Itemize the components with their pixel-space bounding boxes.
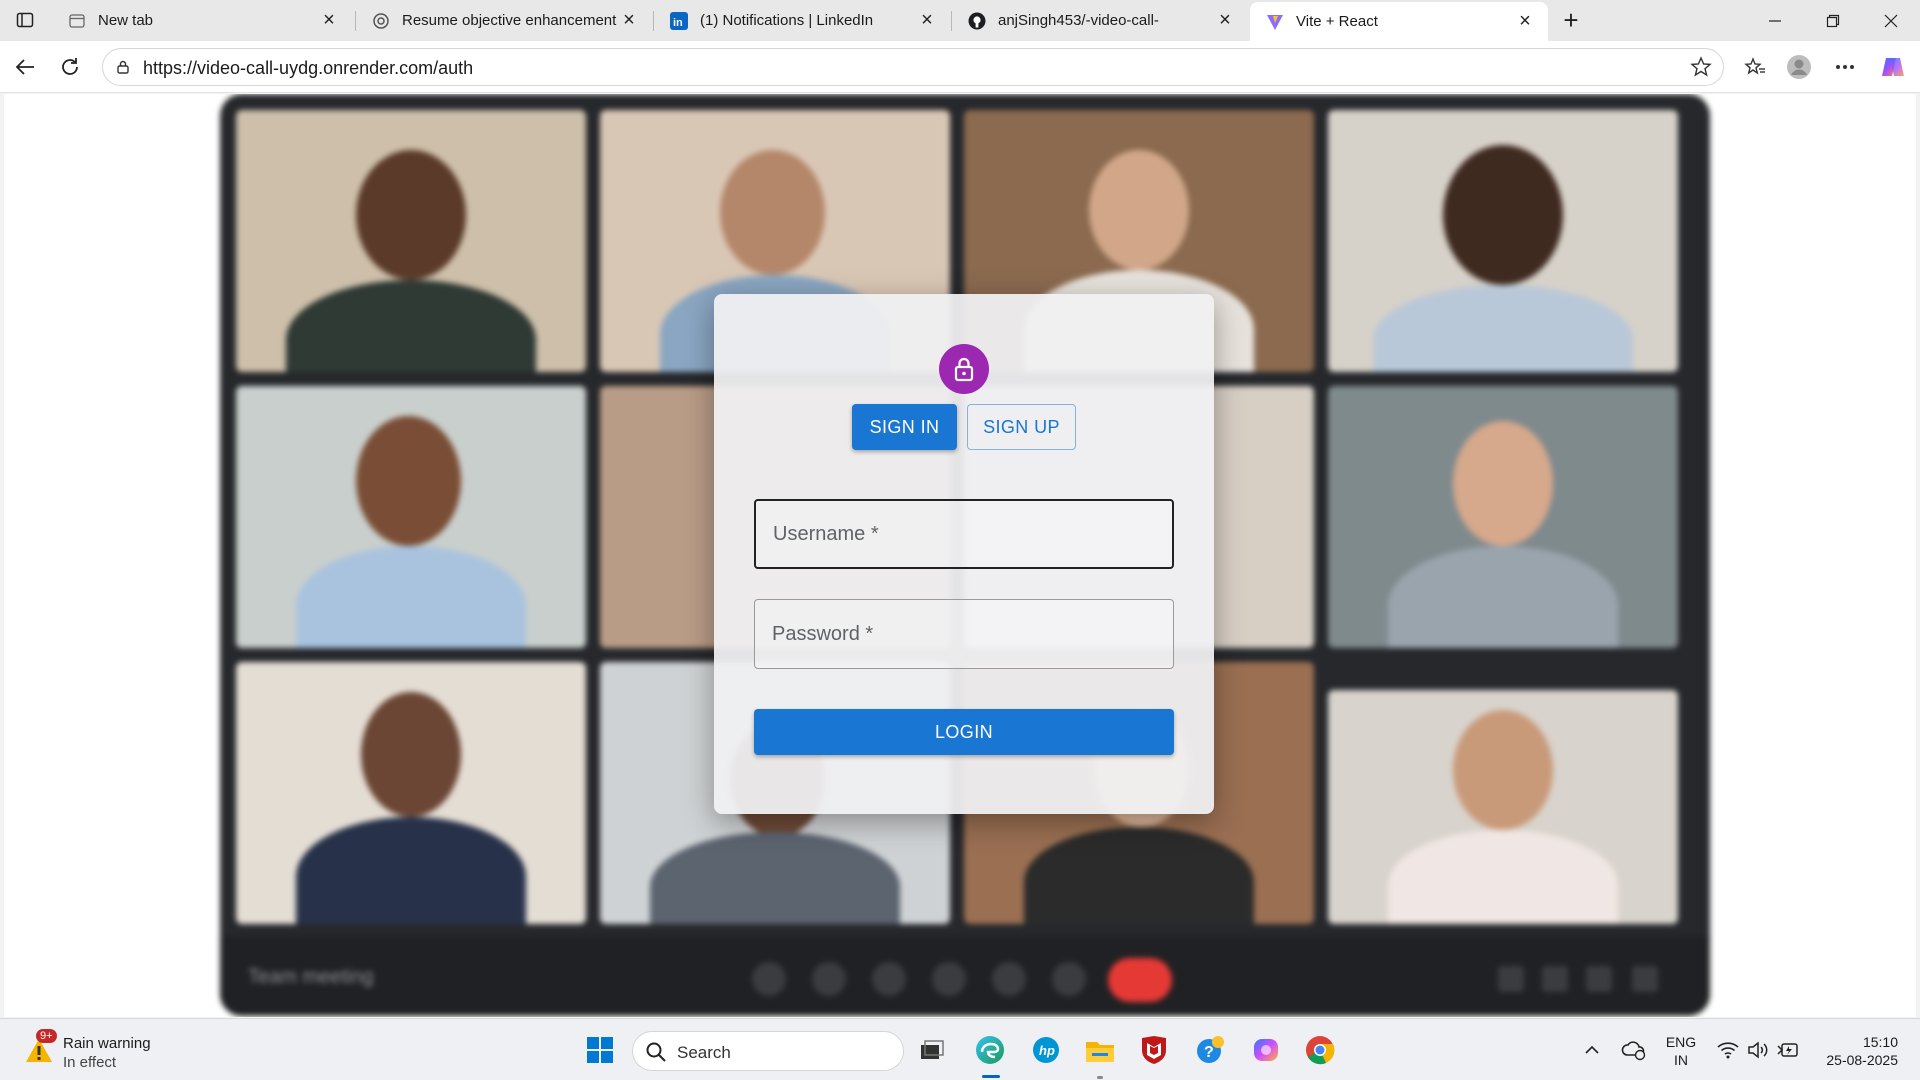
call-control-icon xyxy=(752,962,786,996)
site-info-lock-icon[interactable] xyxy=(113,57,133,77)
show-hidden-icons-chevron-icon[interactable] xyxy=(1574,1032,1610,1068)
weather-badge: 9+ xyxy=(36,1029,57,1043)
call-controls-bar: Team meeting xyxy=(220,936,1710,1016)
more-options-icon[interactable] xyxy=(1828,50,1862,84)
call-control-icon xyxy=(1632,966,1658,992)
clock-date: 25-08-2025 xyxy=(1826,1052,1898,1068)
participant-tile xyxy=(236,110,586,372)
participant-tile xyxy=(236,662,586,924)
tab-new-tab[interactable]: New tab × xyxy=(52,0,352,41)
openai-icon xyxy=(372,12,390,30)
tab-title: (1) Notifications | LinkedIn xyxy=(700,12,874,29)
linkedin-icon: in xyxy=(670,11,688,30)
call-control-icon xyxy=(1052,962,1086,996)
participant-tile xyxy=(1328,690,1678,924)
back-arrow-icon[interactable] xyxy=(8,50,42,84)
running-app-indicator xyxy=(1097,1076,1103,1079)
url-text: https://video-call-uydg.onrender.com/aut… xyxy=(143,58,474,78)
call-control-icon xyxy=(1586,966,1612,992)
lock-icon xyxy=(939,344,989,394)
edge-browser-icon[interactable] xyxy=(972,1032,1008,1068)
windows-taskbar: 9+ Rain warning In effect Search hp ? EN… xyxy=(0,1018,1920,1080)
new-tab-button[interactable]: + xyxy=(1556,5,1586,35)
copilot-icon[interactable] xyxy=(1876,50,1910,84)
minimize-icon[interactable] xyxy=(1746,0,1804,41)
search-icon xyxy=(645,1041,667,1063)
hp-icon[interactable]: hp xyxy=(1028,1032,1064,1068)
username-input[interactable]: Username * xyxy=(754,499,1174,569)
windows-start-icon[interactable] xyxy=(582,1032,618,1068)
participant-tile xyxy=(1328,110,1678,372)
close-icon[interactable]: × xyxy=(1514,10,1536,33)
mcafee-icon[interactable] xyxy=(1136,1032,1172,1068)
end-call-icon xyxy=(1108,958,1172,1002)
search-placeholder: Search xyxy=(677,1043,731,1062)
call-control-icon xyxy=(1542,966,1568,992)
close-icon[interactable]: × xyxy=(1214,9,1236,32)
onedrive-sync-icon[interactable] xyxy=(1616,1032,1652,1068)
page-viewport: Team meeting SIGN IN SIGN UP Username * … xyxy=(4,94,1916,1017)
browser-tab-strip: New tab × Resume objective enhancement ×… xyxy=(0,0,1920,41)
github-icon xyxy=(968,12,986,30)
auth-card: SIGN IN SIGN UP Username * Password * LO… xyxy=(714,294,1214,814)
close-icon[interactable]: × xyxy=(916,9,938,32)
vite-icon xyxy=(1266,13,1284,31)
call-control-icon xyxy=(812,962,846,996)
tab-resume-objective[interactable]: Resume objective enhancement × xyxy=(356,0,652,41)
close-icon[interactable]: × xyxy=(318,9,340,32)
call-control-icon xyxy=(992,962,1026,996)
meeting-name: Team meeting xyxy=(248,966,374,988)
weather-subtitle: In effect xyxy=(63,1054,117,1071)
sign-in-tab-button[interactable]: SIGN IN xyxy=(852,404,957,450)
participant-tile xyxy=(236,386,586,648)
tab-vite-react[interactable]: Vite + React × xyxy=(1250,2,1548,41)
call-control-icon xyxy=(1498,966,1524,992)
svg-text:?: ? xyxy=(1204,1044,1214,1061)
weather-widget[interactable]: 9+ Rain warning In effect xyxy=(20,1027,190,1073)
tab-actions-icon[interactable] xyxy=(10,7,40,33)
new-tab-page-icon xyxy=(68,12,86,30)
tab-title: Vite + React xyxy=(1296,13,1378,30)
language-region: IN xyxy=(1674,1052,1688,1068)
tab-linkedin[interactable]: in (1) Notifications | LinkedIn × xyxy=(654,0,950,41)
tab-github[interactable]: anjSingh453/-video-call- × xyxy=(952,0,1248,41)
favorites-icon[interactable] xyxy=(1738,50,1772,84)
sign-up-tab-button[interactable]: SIGN UP xyxy=(967,404,1076,450)
weather-title: Rain warning xyxy=(63,1035,151,1052)
language-indicator[interactable]: ENG IN xyxy=(1664,1033,1698,1069)
tab-title: Resume objective enhancement xyxy=(402,12,617,29)
call-control-icon xyxy=(932,962,966,996)
profile-avatar-icon[interactable] xyxy=(1782,50,1816,84)
battery-charging-icon[interactable] xyxy=(1770,1032,1806,1068)
copilot-app-icon[interactable] xyxy=(1248,1032,1284,1068)
taskbar-search[interactable]: Search xyxy=(632,1031,904,1071)
language-code: ENG xyxy=(1665,1034,1697,1050)
active-app-indicator xyxy=(982,1075,1000,1078)
tab-title: anjSingh453/-video-call- xyxy=(998,12,1159,29)
tab-title: New tab xyxy=(98,12,154,29)
get-help-icon[interactable]: ? xyxy=(1192,1032,1228,1068)
chrome-icon[interactable] xyxy=(1302,1032,1338,1068)
call-control-icon xyxy=(872,962,906,996)
svg-text:in: in xyxy=(673,17,683,29)
system-clock[interactable]: 15:10 25-08-2025 xyxy=(1812,1033,1898,1069)
refresh-icon[interactable] xyxy=(53,50,87,84)
browser-toolbar: https://video-call-uydg.onrender.com/aut… xyxy=(0,41,1920,93)
restore-icon[interactable] xyxy=(1804,0,1862,41)
participant-tile xyxy=(1328,386,1678,648)
file-explorer-icon[interactable] xyxy=(1082,1032,1118,1068)
clock-time: 15:10 xyxy=(1862,1034,1898,1050)
close-icon[interactable]: × xyxy=(618,9,640,32)
task-view-icon[interactable] xyxy=(914,1032,950,1068)
login-button[interactable]: LOGIN xyxy=(754,709,1174,755)
password-input[interactable]: Password * xyxy=(754,599,1174,669)
add-favorite-star-icon[interactable] xyxy=(1689,55,1713,79)
svg-text:hp: hp xyxy=(1039,1043,1055,1058)
address-bar[interactable]: https://video-call-uydg.onrender.com/aut… xyxy=(102,48,1724,86)
window-close-icon[interactable] xyxy=(1862,0,1920,41)
